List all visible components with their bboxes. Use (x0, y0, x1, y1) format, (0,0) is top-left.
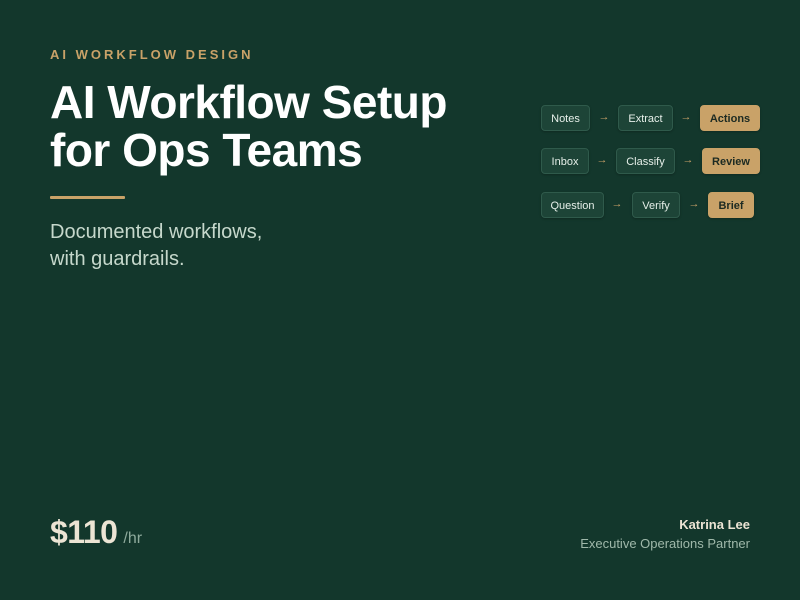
arrow-icon: → (611, 198, 623, 210)
workflow-step-brief[interactable]: Brief (708, 192, 754, 218)
subtitle-line-1: Documented workflows, (50, 221, 263, 243)
arrow-icon: → (682, 154, 694, 166)
workflow-step-verify[interactable]: Verify (632, 192, 680, 218)
workflow-row-2: Inbox → Classify → Review (541, 148, 761, 174)
workflow-row-1: Notes → Extract → Actions (541, 105, 761, 131)
accent-divider (50, 196, 125, 199)
consultant-name: Katrina Lee (679, 517, 750, 532)
subtitle-line-2: with guardrails. (50, 248, 185, 270)
consultant-block: Katrina Lee Executive Operations Partner (580, 516, 750, 554)
page-title: AI Workflow Setup for Ops Teams (50, 78, 490, 174)
price-amount: $110 (50, 514, 118, 550)
title-line-2: for Ops Teams (50, 124, 363, 176)
workflow-step-review[interactable]: Review (702, 148, 760, 174)
workflow-step-actions[interactable]: Actions (700, 105, 760, 131)
workflow-row-3: Question → Verify → Brief (541, 192, 756, 218)
price-block: $110/hr (50, 514, 142, 551)
workflow-step-extract[interactable]: Extract (618, 105, 673, 131)
workflow-step-question[interactable]: Question (541, 192, 604, 218)
arrow-icon: → (688, 198, 700, 210)
price-unit: /hr (123, 530, 143, 547)
arrow-icon: → (680, 111, 692, 123)
arrow-icon: → (598, 111, 610, 123)
arrow-icon: → (596, 154, 608, 166)
subtitle: Documented workflows, with guardrails. (50, 219, 262, 273)
eyebrow-label: AI WORKFLOW DESIGN (50, 47, 254, 62)
workflow-step-notes[interactable]: Notes (541, 105, 590, 131)
workflow-step-classify[interactable]: Classify (616, 148, 675, 174)
consultant-role: Executive Operations Partner (580, 536, 750, 551)
workflow-step-inbox[interactable]: Inbox (541, 148, 589, 174)
title-line-1: AI Workflow Setup (50, 76, 448, 128)
